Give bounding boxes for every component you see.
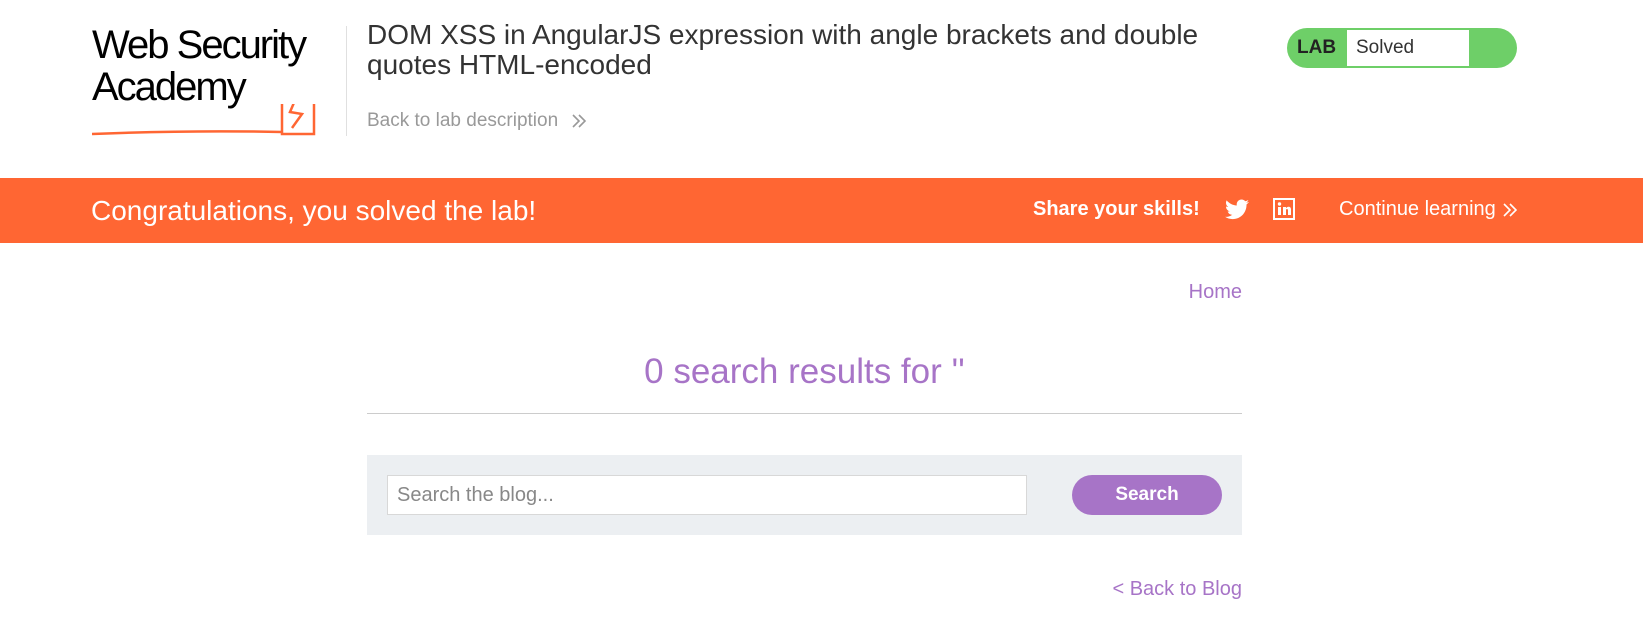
twitter-icon[interactable]	[1225, 199, 1249, 220]
back-to-lab-description-link[interactable]: Back to lab description	[367, 110, 587, 132]
lab-status-widget: LAB Solved	[1287, 28, 1517, 68]
back-to-lab-description-label: Back to lab description	[367, 110, 559, 131]
search-button[interactable]: Search	[1072, 475, 1222, 515]
lab-header: Web Security Academy DOM XSS in AngularJ…	[0, 0, 1643, 170]
lab-status-value: Solved	[1347, 30, 1469, 66]
lab-title: DOM XSS in AngularJS expression with ang…	[367, 19, 1199, 80]
congratulations-message: Congratulations, you solved the lab!	[91, 195, 537, 226]
logo-underline-mark	[92, 104, 316, 136]
lab-badge: LAB	[1297, 37, 1337, 58]
solved-banner: Congratulations, you solved the lab! Sha…	[0, 178, 1643, 243]
logo-line-2: Academy	[92, 65, 247, 109]
double-chevron-right-icon	[572, 114, 587, 128]
results-divider	[367, 413, 1242, 414]
header-divider	[346, 26, 347, 136]
search-panel: Search	[367, 455, 1242, 535]
continue-learning-label: Continue learning	[1339, 198, 1496, 220]
continue-learning-link[interactable]: Continue learning	[1339, 178, 1518, 240]
logo-line-1: Web Security	[92, 23, 307, 67]
search-results-heading: 0 search results for ''	[644, 352, 965, 391]
back-to-blog-link[interactable]: < Back to Blog	[1112, 578, 1242, 601]
search-input[interactable]	[387, 475, 1027, 515]
double-chevron-right-icon	[1503, 203, 1518, 217]
share-skills-label: Share your skills!	[1033, 198, 1200, 220]
linkedin-icon[interactable]	[1273, 198, 1295, 220]
web-security-academy-logo[interactable]: Web Security Academy	[92, 23, 332, 136]
home-link[interactable]: Home	[1189, 281, 1242, 304]
